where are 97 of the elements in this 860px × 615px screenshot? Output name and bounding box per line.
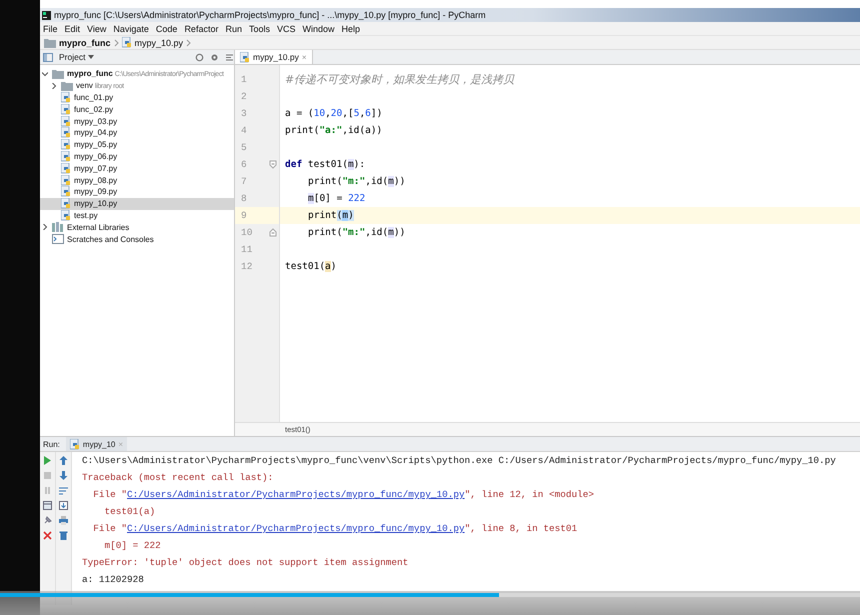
fold-marker-icon[interactable] (269, 160, 277, 169)
error-output-line: m[0] = 222 (104, 539, 162, 553)
python-file-icon (61, 186, 71, 198)
sync-icon[interactable] (195, 52, 204, 62)
menu-item[interactable]: Navigate (113, 24, 149, 34)
fold-marker-icon[interactable] (269, 228, 277, 237)
folder-icon (61, 80, 73, 91)
traceback-line: File "C:/Users/Administrator/PycharmProjects/mypro_func/mypy_10.py", line 8, in test01 (92, 522, 578, 536)
tree-item[interactable]: External Libraries (40, 221, 234, 234)
bookshelf-icon (52, 222, 64, 232)
console-line: a: 11202928 (82, 573, 145, 587)
python-file-icon (61, 116, 71, 127)
editor-tab[interactable]: mypy_10.py × (235, 50, 313, 64)
python-file-icon (61, 174, 71, 186)
menu-item[interactable]: Window (302, 24, 335, 34)
breadcrumb-item[interactable]: mypro_func (59, 38, 111, 48)
tree-item[interactable]: mypy_08.py (40, 174, 234, 186)
tree-item[interactable]: mypy_06.py (40, 150, 234, 162)
code-line: print("m:",id(m)) (307, 175, 406, 189)
code-line: def test01(m): (284, 158, 366, 172)
pin-icon[interactable] (43, 516, 52, 525)
code-line: test01(a) (284, 260, 338, 274)
tree-item[interactable]: mypy_07.py (40, 162, 234, 174)
menu-item[interactable]: Tools (248, 24, 270, 34)
line-number: 3 (241, 108, 247, 119)
tree-item[interactable]: mypy_05.py (40, 138, 234, 151)
folder-icon (52, 68, 64, 79)
project-view-dropdown[interactable]: Project (59, 52, 94, 62)
menu-item[interactable]: Refactor (184, 24, 218, 34)
chevron-icon (114, 38, 119, 46)
menu-item[interactable]: File (43, 24, 58, 34)
down-arrow-icon[interactable] (59, 471, 68, 480)
python-file-icon (61, 162, 71, 174)
line-number: 6 (241, 159, 247, 170)
python-file-icon (61, 210, 71, 221)
tree-item[interactable]: test.py (40, 210, 234, 222)
line-number: 8 (241, 193, 247, 204)
menu-item[interactable]: Edit (64, 24, 80, 34)
wrap-lines-icon[interactable] (59, 486, 68, 495)
console-icon (52, 234, 64, 244)
close-icon[interactable] (43, 531, 52, 540)
caret-icon (88, 55, 94, 59)
line-number: 9 (241, 210, 247, 221)
run-icon[interactable] (43, 456, 52, 465)
run-label: Run: (43, 440, 60, 448)
line-number: 1 (241, 74, 247, 85)
line-number: 12 (241, 261, 252, 272)
python-file-icon (61, 139, 71, 150)
scroll-end-icon[interactable] (59, 501, 68, 510)
menu-item[interactable]: View (87, 24, 106, 34)
error-output-line: TypeError: 'tuple' object does not support item assignment (82, 556, 410, 570)
line-number: 2 (241, 91, 247, 102)
python-file-icon (61, 104, 71, 115)
python-file-icon (61, 150, 71, 162)
file-link[interactable]: C:/Users/Administrator/PycharmProjects/mypro_func/mypy_10.py (127, 523, 465, 534)
code-line: #传递不可变对象时，如果发生拷贝，是浅拷贝 (284, 72, 516, 88)
traceback-line: File "C:/Users/Administrator/PycharmProjects/mypro_func/mypy_10.py", line 12, in <module> (92, 488, 595, 502)
tree-item[interactable]: mypy_04.py (40, 126, 234, 139)
menu-item[interactable]: Code (156, 24, 178, 34)
window-icon (43, 52, 53, 62)
console-line: C:\Users\Administrator\PycharmProjects\mypro_func\venv\Scripts\python.exe C:/Users/Administrator/PycharmProjects/mypro_func/mypy_10.py (82, 454, 837, 468)
line-number: 10 (241, 227, 252, 238)
menu-item[interactable]: VCS (276, 24, 296, 34)
line-number: 11 (241, 244, 252, 255)
window-title: mypro_func [C:\Users\Administrator\PycharmProjects\mypro_func] - ...\mypy_10.py [mypro_func] - PyCharm (54, 10, 486, 20)
code-line: m[0] = 222 (307, 192, 366, 206)
line-number: 5 (241, 142, 247, 153)
layout-icon[interactable] (43, 501, 52, 510)
code-line: print("a:",id(a)) (284, 124, 384, 138)
menu-item[interactable]: Help (342, 24, 360, 34)
pycharm-logo-icon (42, 10, 51, 20)
settings-icon[interactable] (210, 52, 219, 62)
error-output-line: Traceback (most recent call last): (82, 471, 274, 485)
error-output-line: test01(a) (104, 505, 156, 519)
code-line: print("m:",id(m)) (307, 226, 406, 240)
menu-item[interactable]: Run (225, 24, 242, 34)
tree-item[interactable]: mypy_03.py (40, 115, 234, 127)
tree-item[interactable]: Scratches and Consoles (40, 233, 234, 245)
printer-icon[interactable] (59, 516, 68, 525)
tree-item[interactable]: func_02.py (40, 103, 234, 116)
up-arrow-icon[interactable] (59, 456, 68, 465)
run-tab[interactable]: mypy_10 × (66, 437, 128, 451)
python-file-icon (61, 92, 71, 103)
line-number: 7 (241, 176, 247, 187)
file-link[interactable]: C:/Users/Administrator/PycharmProjects/mypro_func/mypy_10.py (127, 489, 465, 500)
python-file-icon (240, 52, 250, 62)
collapse-icon[interactable] (225, 52, 234, 62)
code-line: a = (10,20,[5,6]) (284, 107, 384, 121)
tree-item[interactable]: mypy_10.py (40, 198, 234, 210)
trash-icon[interactable] (59, 531, 68, 540)
tree-item[interactable]: func_01.py (40, 92, 234, 104)
breadcrumb-item[interactable]: mypy_10.py (134, 38, 184, 48)
line-number: 4 (241, 125, 247, 136)
chevron-icon (186, 38, 192, 46)
tree-item[interactable]: mypy_09.py (40, 186, 234, 198)
python-file-icon (61, 127, 71, 138)
python-file-icon (61, 198, 71, 210)
